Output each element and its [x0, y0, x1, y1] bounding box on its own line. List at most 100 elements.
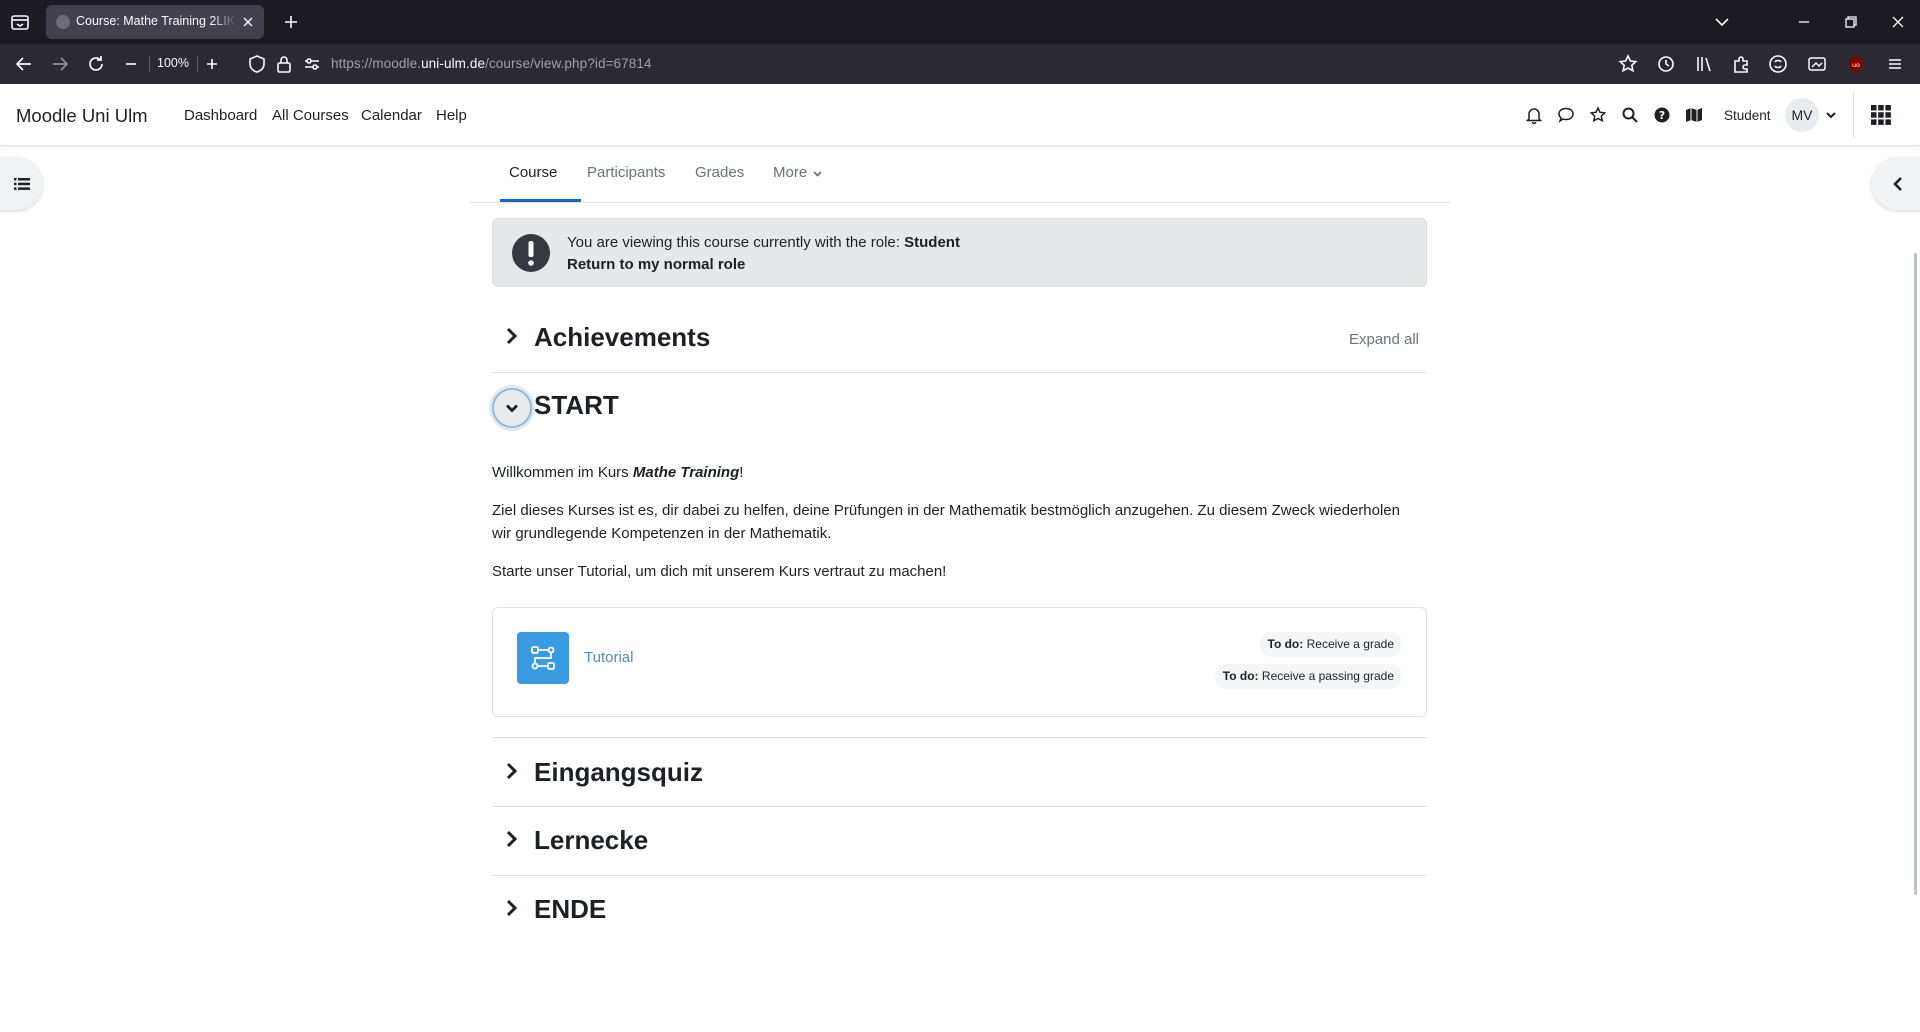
zoom-level[interactable]: 100%: [157, 56, 189, 70]
site-header: Moodle Uni Ulm Dashboard All Courses Cal…: [0, 84, 1920, 146]
expand-all-link[interactable]: Expand all: [1349, 331, 1419, 348]
screenshot-extension-icon[interactable]: [1805, 52, 1829, 76]
section-collapse-toggle[interactable]: [492, 388, 532, 428]
toolbar-separator: [149, 56, 150, 72]
app-menu-icon[interactable]: [1883, 52, 1907, 76]
tutorial-hint-text: Starte unser Tutorial, um dich mit unser…: [492, 563, 947, 580]
notifications-bell-icon[interactable]: [1524, 105, 1544, 125]
ublock-icon[interactable]: uo: [1844, 52, 1868, 76]
search-icon[interactable]: [1620, 105, 1640, 125]
welcome-prefix: Willkommen im Kurs: [492, 464, 633, 481]
url-prefix: https://moodle.: [331, 56, 422, 71]
todo-text: Receive a grade: [1306, 637, 1394, 651]
section-ende: ENDE: [492, 876, 1427, 946]
nav-dashboard[interactable]: Dashboard: [184, 107, 257, 124]
tab-more-label: More: [773, 164, 808, 181]
section-lernecke: Lernecke: [492, 807, 1427, 876]
chevron-right-icon[interactable]: [500, 828, 522, 850]
activity-name-link[interactable]: Tutorial: [584, 649, 633, 666]
tab-grades[interactable]: Grades: [695, 164, 744, 181]
library-icon[interactable]: [1692, 52, 1716, 76]
course-index-list-icon: [12, 174, 32, 194]
browser-tab-active[interactable]: Course: Mathe Training 2LIKE | Moodle Un…: [46, 5, 264, 39]
chevron-right-icon[interactable]: [500, 325, 522, 347]
browser-toolbar: 100% https://moodle.uni-ulm.de/course/vi…: [0, 44, 1920, 84]
messages-icon[interactable]: [1556, 105, 1576, 125]
role-switch-notice: You are viewing this course currently wi…: [492, 218, 1427, 287]
return-normal-role-link[interactable]: Return to my normal role: [567, 256, 745, 273]
goal-line-1: Ziel dieses Kurses ist es, dir dabei zu …: [492, 502, 1400, 519]
role-notice-text: You are viewing this course currently wi…: [567, 234, 960, 251]
tab-title: Course: Mathe Training 2LIKE | Moodle Un…: [76, 14, 236, 28]
header-divider: [1853, 92, 1854, 138]
lock-icon[interactable]: [272, 52, 296, 76]
tab-more[interactable]: More: [773, 164, 807, 181]
section-start-header: START: [492, 373, 1427, 443]
current-role-label: Student: [1724, 108, 1771, 123]
lesson-path-icon: [529, 644, 557, 672]
nav-calendar[interactable]: Calendar: [361, 107, 422, 124]
nav-help[interactable]: Help: [436, 107, 467, 124]
tab-favicon-icon: [56, 15, 70, 29]
section-eingangsquiz: Eingangsquiz: [492, 737, 1427, 807]
tab-course[interactable]: Course: [509, 164, 557, 181]
list-all-tabs-icon[interactable]: [8, 10, 32, 34]
page-scrollbar[interactable]: [1914, 253, 1917, 895]
todo-label: To do:: [1267, 637, 1304, 651]
section-achievements: Achievements Expand all: [492, 303, 1427, 373]
activity-icon[interactable]: [517, 632, 569, 684]
permissions-icon[interactable]: [300, 52, 324, 76]
toolbar-separator: [197, 56, 198, 72]
back-icon[interactable]: [12, 52, 36, 76]
section-title[interactable]: Achievements: [534, 322, 710, 353]
section-title[interactable]: ENDE: [534, 894, 606, 925]
reload-icon[interactable]: [84, 52, 108, 76]
completion-todo-badge: To do: Receive a grade: [1259, 632, 1402, 657]
url-bar[interactable]: https://moodle.uni-ulm.de/course/view.ph…: [331, 56, 652, 71]
bookmark-star-icon[interactable]: [1616, 52, 1640, 76]
zoom-out-icon[interactable]: [119, 52, 143, 76]
chevron-right-icon[interactable]: [500, 897, 522, 919]
tracking-shield-icon[interactable]: [245, 52, 269, 76]
close-tab-icon[interactable]: [240, 14, 256, 30]
todo-label: To do:: [1222, 669, 1259, 683]
user-menu-caret-icon[interactable]: [1824, 108, 1838, 122]
sync-account-icon[interactable]: [1766, 52, 1790, 76]
history-icon[interactable]: [1654, 52, 1678, 76]
starred-icon[interactable]: [1588, 105, 1608, 125]
course-secondary-nav: Course Participants Grades More: [470, 146, 1450, 203]
site-brand[interactable]: Moodle Uni Ulm: [16, 105, 148, 127]
tab-participants[interactable]: Participants: [587, 164, 665, 181]
extensions-icon[interactable]: [1729, 52, 1753, 76]
welcome-text: Willkommen im Kurs Mathe Training!: [492, 461, 743, 484]
restore-icon[interactable]: [1839, 10, 1863, 34]
chevron-right-icon[interactable]: [500, 760, 522, 782]
goal-line-2: wir grundlegende Kompetenzen in der Math…: [492, 525, 832, 542]
map-icon[interactable]: [1684, 105, 1704, 125]
svg-text:?: ?: [1659, 109, 1665, 122]
user-avatar[interactable]: MV: [1785, 98, 1819, 132]
url-host: uni-ulm.de: [421, 56, 486, 71]
help-circle-icon[interactable]: ?: [1652, 105, 1672, 125]
section-title[interactable]: Lernecke: [534, 825, 648, 856]
section-title[interactable]: START: [534, 390, 619, 421]
browser-tabbar: Course: Mathe Training 2LIKE | Moodle Un…: [0, 0, 1920, 44]
section-title[interactable]: Eingangsquiz: [534, 757, 703, 788]
close-window-icon[interactable]: [1886, 10, 1910, 34]
block-drawer-toggle[interactable]: [1872, 158, 1920, 210]
minimize-icon[interactable]: [1792, 10, 1816, 34]
nav-all-courses[interactable]: All Courses: [272, 107, 349, 124]
url-path: /course/view.php?id=67814: [485, 56, 652, 71]
role-notice-prefix: You are viewing this course currently wi…: [567, 234, 905, 251]
role-notice-role: Student: [904, 234, 960, 251]
course-index-drawer-toggle[interactable]: [0, 158, 42, 210]
zoom-in-icon[interactable]: [200, 52, 224, 76]
new-tab-icon[interactable]: [279, 10, 303, 34]
welcome-course-name: Mathe Training: [632, 464, 740, 481]
exclamation-circle-icon: [511, 233, 551, 273]
apps-grid-icon[interactable]: [1868, 102, 1894, 128]
chevron-down-icon: [503, 399, 521, 417]
forward-icon[interactable]: [48, 52, 72, 76]
tab-overflow-chevron-icon[interactable]: [1710, 10, 1734, 34]
todo-text: Receive a passing grade: [1261, 669, 1394, 683]
